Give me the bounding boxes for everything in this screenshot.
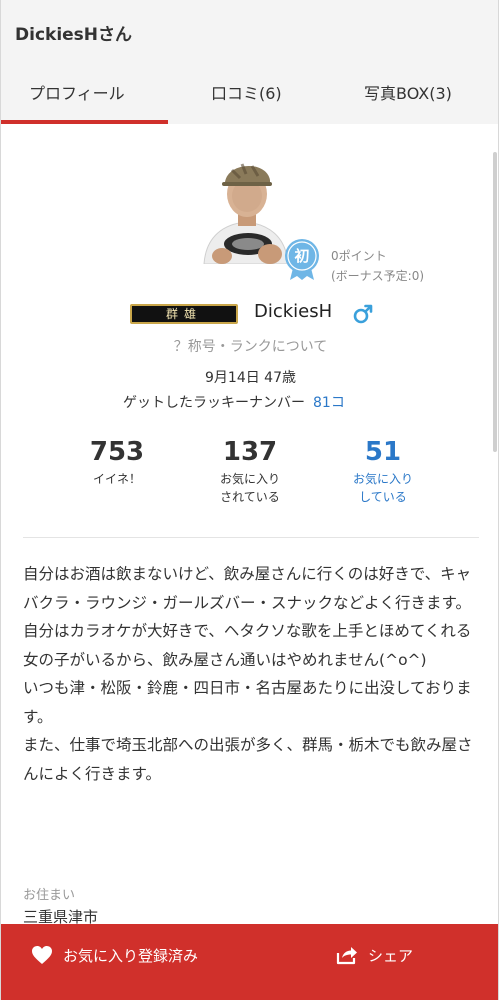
favorite-button[interactable]: お気に入り登録済み: [31, 942, 198, 968]
favoriting-count[interactable]: 51: [323, 436, 443, 468]
bio-paragraph: 自分はお酒は飲まないけど、飲み屋さんに行くのは好きで、キャバクラ・ラウンジ・ガー…: [23, 565, 472, 612]
stat-likes: 753 イイネ！: [57, 436, 177, 488]
favorited-by-count: 137: [222, 437, 278, 467]
points-info: 0ポイント (ボーナス予定:0): [331, 246, 424, 286]
tab-bar: プロフィール 口コミ(6) 写真BOX(3): [1, 62, 498, 124]
bio-paragraph: また、仕事で埼玉北部への出張が多く、群馬・栃木でも飲み屋さんによく行きます。: [23, 736, 473, 783]
bio-paragraph: 自分はカラオケが大好きで、ヘタクソな歌を上手とほめてくれる女の子がいるから、飲み…: [23, 622, 472, 669]
app-frame: DickiesHさん プロフィール 口コミ(6) 写真BOX(3) 初 0ポイン…: [0, 0, 499, 1000]
header: DickiesHさん: [1, 0, 498, 62]
residence-label: お住まい: [23, 888, 76, 903]
tab-reviews[interactable]: 口コミ(6): [211, 80, 282, 104]
favoriting-label-line2[interactable]: している: [323, 488, 443, 506]
bio-text: 自分はお酒は飲まないけど、飲み屋さんに行くのは好きで、キャバクラ・ラウンジ・ガー…: [23, 560, 479, 788]
birthday-age: 9月14日 47歳: [205, 370, 296, 386]
lucky-number-row: ゲットしたラッキーナンバー 81コ: [123, 392, 345, 412]
lucky-number-label: ゲットしたラッキーナンバー: [123, 395, 305, 411]
avatar-photo: [196, 156, 296, 264]
favorited-by-label-line1: お気に入り: [219, 472, 280, 486]
favoriting-label-line1[interactable]: お気に入り: [323, 470, 443, 488]
section-divider: [23, 537, 479, 538]
stat-favoriting[interactable]: 51 お気に入り している: [323, 436, 443, 506]
share-button-label: シェア: [368, 946, 414, 965]
rank-title-badge: 群雄: [130, 304, 238, 324]
bonus-points: (ボーナス予定:0): [331, 269, 425, 283]
bio-paragraph: いつも津・松阪・鈴鹿・四日市・名古屋あたりに出没しております。: [23, 679, 472, 726]
tab-photo-box[interactable]: 写真BOX(3): [364, 80, 452, 104]
avatar: [196, 156, 296, 264]
rank-info-link[interactable]: ？称号・ランクについて: [1, 336, 498, 356]
page-title: DickiesHさん: [15, 25, 133, 45]
username: DickiesH: [254, 301, 333, 322]
likes-count: 753: [89, 437, 145, 467]
tab-profile[interactable]: プロフィール: [29, 80, 125, 104]
favorited-by-label-line2: されている: [220, 490, 280, 504]
male-icon: [352, 303, 374, 325]
points-value: 0ポイント: [331, 249, 387, 263]
likes-label: イイネ！: [92, 472, 141, 486]
lucky-number-value[interactable]: 81コ: [313, 395, 345, 411]
first-badge-label: 初: [294, 247, 310, 265]
first-timer-badge: 初: [284, 238, 320, 280]
profile-card: 初 0ポイント (ボーナス予定:0) 群雄 DickiesH ？称号・ランクにつ…: [1, 124, 498, 926]
favorite-button-label: お気に入り登録済み: [63, 946, 199, 965]
bottom-action-bar: お気に入り登録済み シェア: [1, 924, 498, 1000]
scrollbar[interactable]: [493, 152, 497, 452]
heart-icon: [31, 945, 53, 965]
share-button[interactable]: シェア: [336, 942, 413, 968]
stat-favorited-by: 137 お気に入り されている: [190, 436, 310, 506]
share-icon: [336, 945, 358, 965]
